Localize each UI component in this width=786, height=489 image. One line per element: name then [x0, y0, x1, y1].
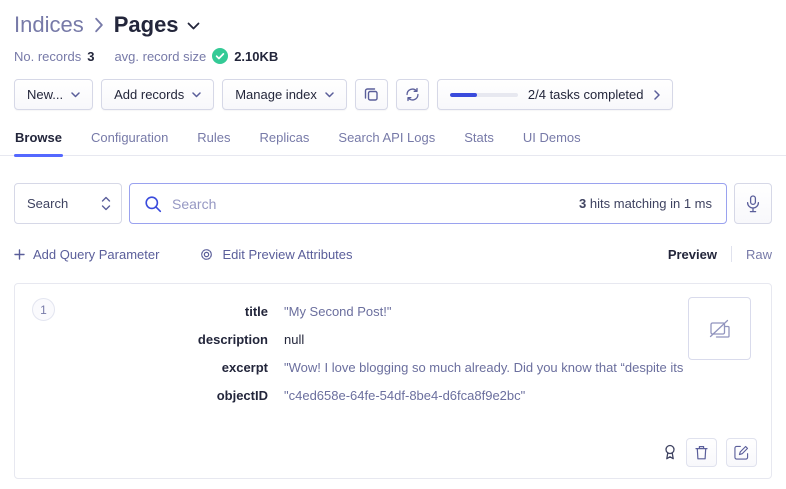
search-row: Search 3 hits matching in 1 ms: [14, 183, 772, 224]
chevron-down-icon: [325, 92, 334, 98]
check-circle-icon: [212, 48, 228, 64]
tab-configuration[interactable]: Configuration: [90, 124, 169, 155]
view-toggle-divider: [731, 246, 732, 262]
tasks-progress-fill: [450, 93, 477, 97]
add-records-dropdown-button[interactable]: Add records: [101, 79, 214, 110]
add-query-parameter-label: Add Query Parameter: [33, 247, 159, 262]
chevron-right-icon: [654, 90, 660, 100]
records-label: No. records: [14, 49, 81, 64]
tab-ui-demos[interactable]: UI Demos: [522, 124, 582, 155]
microphone-icon: [746, 195, 760, 213]
record-fields: title "My Second Post!" description null…: [15, 284, 771, 403]
record-index-badge: 1: [32, 298, 55, 321]
chevron-up-down-icon: [101, 196, 111, 211]
record-size-value: 2.10KB: [234, 49, 278, 64]
index-tabs: Browse Configuration Rules Replicas Sear…: [0, 124, 786, 156]
raw-view-button[interactable]: Raw: [746, 247, 772, 262]
index-toolbar: New... Add records Manage index: [14, 79, 772, 110]
refresh-icon: [405, 87, 420, 102]
new-button-label: New...: [27, 87, 63, 102]
edit-preview-attributes-label: Edit Preview Attributes: [222, 247, 352, 262]
record-card: 1 title "My Second Post!" description nu…: [14, 283, 772, 479]
field-row-excerpt: excerpt "Wow! I love blogging so much al…: [15, 360, 771, 375]
refresh-button[interactable]: [396, 79, 429, 110]
edit-icon: [734, 445, 749, 460]
field-row-objectid: objectID "c4ed658e-64fe-54df-8be4-d6fca8…: [15, 388, 771, 403]
field-name: description: [15, 332, 268, 347]
view-toggle: Preview Raw: [668, 246, 772, 262]
tab-stats[interactable]: Stats: [463, 124, 495, 155]
add-records-button-label: Add records: [114, 87, 184, 102]
breadcrumb: Indices Pages: [14, 10, 772, 40]
trash-icon: [695, 445, 708, 460]
index-browse-page: Indices Pages No. records 3 avg. record …: [0, 0, 786, 479]
magnifier-icon: [144, 195, 162, 213]
search-input-container: 3 hits matching in 1 ms: [129, 183, 727, 224]
field-row-title: title "My Second Post!": [15, 304, 771, 319]
records-value: 3: [87, 49, 94, 64]
record-actions: [663, 438, 757, 467]
tab-browse[interactable]: Browse: [14, 124, 63, 155]
index-switcher-chevron-down-icon[interactable]: [187, 22, 200, 31]
tab-replicas[interactable]: Replicas: [259, 124, 311, 155]
search-mode-select[interactable]: Search: [14, 183, 122, 224]
breadcrumb-current-index[interactable]: Pages: [114, 12, 179, 38]
image-off-icon: [707, 317, 733, 341]
field-value: "c4ed658e-64fe-54df-8be4-d6fca8f9e2bc": [284, 388, 525, 403]
edit-preview-attributes-button[interactable]: Edit Preview Attributes: [199, 247, 352, 262]
field-name: objectID: [15, 388, 268, 403]
record-image-placeholder: [688, 297, 751, 360]
index-stats: No. records 3 avg. record size 2.10KB: [14, 48, 772, 64]
search-input[interactable]: [172, 196, 569, 212]
ribbon-icon[interactable]: [663, 444, 677, 462]
chevron-down-icon: [71, 92, 80, 98]
copy-icon: [364, 87, 379, 102]
tasks-progress-button[interactable]: 2/4 tasks completed: [437, 79, 673, 110]
tab-rules[interactable]: Rules: [196, 124, 231, 155]
search-mode-label: Search: [27, 196, 68, 211]
field-value: null: [284, 332, 304, 347]
chevron-right-icon: [94, 17, 104, 33]
gear-icon: [199, 247, 214, 262]
field-value: "Wow! I love blogging so much already. D…: [284, 360, 684, 375]
field-row-description: description null: [15, 332, 771, 347]
manage-index-button-label: Manage index: [235, 87, 317, 102]
breadcrumb-indices-link[interactable]: Indices: [14, 12, 84, 38]
chevron-down-icon: [192, 92, 201, 98]
new-dropdown-button[interactable]: New...: [14, 79, 93, 110]
tasks-progress-label: 2/4 tasks completed: [528, 87, 644, 102]
query-parameter-bar: Add Query Parameter Edit Preview Attribu…: [14, 246, 772, 262]
tasks-progress-track: [450, 93, 518, 97]
field-value: "My Second Post!": [284, 304, 392, 319]
tab-search-api-logs[interactable]: Search API Logs: [337, 124, 436, 155]
record-size-label: avg. record size: [114, 49, 206, 64]
copy-index-button[interactable]: [355, 79, 388, 110]
field-name: excerpt: [15, 360, 268, 375]
hits-count-text: 3 hits matching in 1 ms: [579, 196, 712, 211]
manage-index-dropdown-button[interactable]: Manage index: [222, 79, 347, 110]
hits-count-rest: hits matching in 1 ms: [586, 196, 712, 211]
preview-view-button[interactable]: Preview: [668, 247, 717, 262]
add-query-parameter-button[interactable]: Add Query Parameter: [14, 247, 159, 262]
delete-record-button[interactable]: [686, 438, 717, 467]
plus-icon: [14, 249, 25, 260]
voice-search-button[interactable]: [734, 183, 772, 224]
edit-record-button[interactable]: [726, 438, 757, 467]
